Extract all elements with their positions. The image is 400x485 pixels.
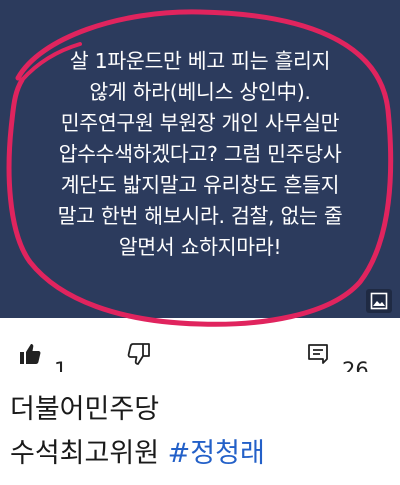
comment-count: 26 bbox=[342, 358, 369, 372]
comment-icon bbox=[308, 344, 328, 364]
post-image-card[interactable]: 살 1파운드만 베고 피는 흘리지 않게 하라(베니스 상인中). 민주연구원 … bbox=[0, 0, 400, 318]
like-button[interactable]: 1 bbox=[18, 342, 67, 372]
post-caption-line1: 더불어민주당 bbox=[10, 394, 160, 425]
dislike-button[interactable] bbox=[127, 342, 151, 366]
post-caption-title: 수석최고위원 bbox=[10, 438, 160, 469]
image-badge[interactable] bbox=[366, 289, 392, 313]
card-line: 말고 한번 해보시라. 검찰, 없는 줄 bbox=[57, 204, 343, 228]
card-line: 계단도 밟지말고 유리창도 흔들지 bbox=[60, 173, 340, 197]
card-line: 않게 하라(베니스 상인中). bbox=[89, 80, 311, 104]
hashtag-link[interactable]: #정청래 bbox=[168, 438, 265, 469]
post-caption-line2: 수석최고위원 #정청래 bbox=[10, 432, 265, 476]
card-line: 민주연구원 부원장 개인 사무실만 bbox=[60, 111, 340, 135]
card-line: 살 1파운드만 베고 피는 흘리지 bbox=[69, 49, 331, 73]
image-icon bbox=[370, 292, 388, 310]
like-count: 1 bbox=[54, 358, 68, 372]
card-line: 압수수색하겠다고? 그럼 민주당사 bbox=[58, 142, 342, 166]
card-text: 살 1파운드만 베고 피는 흘리지 않게 하라(베니스 상인中). 민주연구원 … bbox=[6, 46, 394, 263]
thumbs-down-icon bbox=[127, 343, 150, 365]
card-line: 알면서 쇼하지마라! bbox=[118, 235, 282, 259]
thumbs-up-icon bbox=[20, 344, 41, 364]
comment-button[interactable]: 26 bbox=[306, 342, 369, 372]
post-caption: 더불어민주당 수석최고위원 #정청래 bbox=[10, 388, 265, 476]
action-bar: 1 26 bbox=[0, 336, 400, 372]
